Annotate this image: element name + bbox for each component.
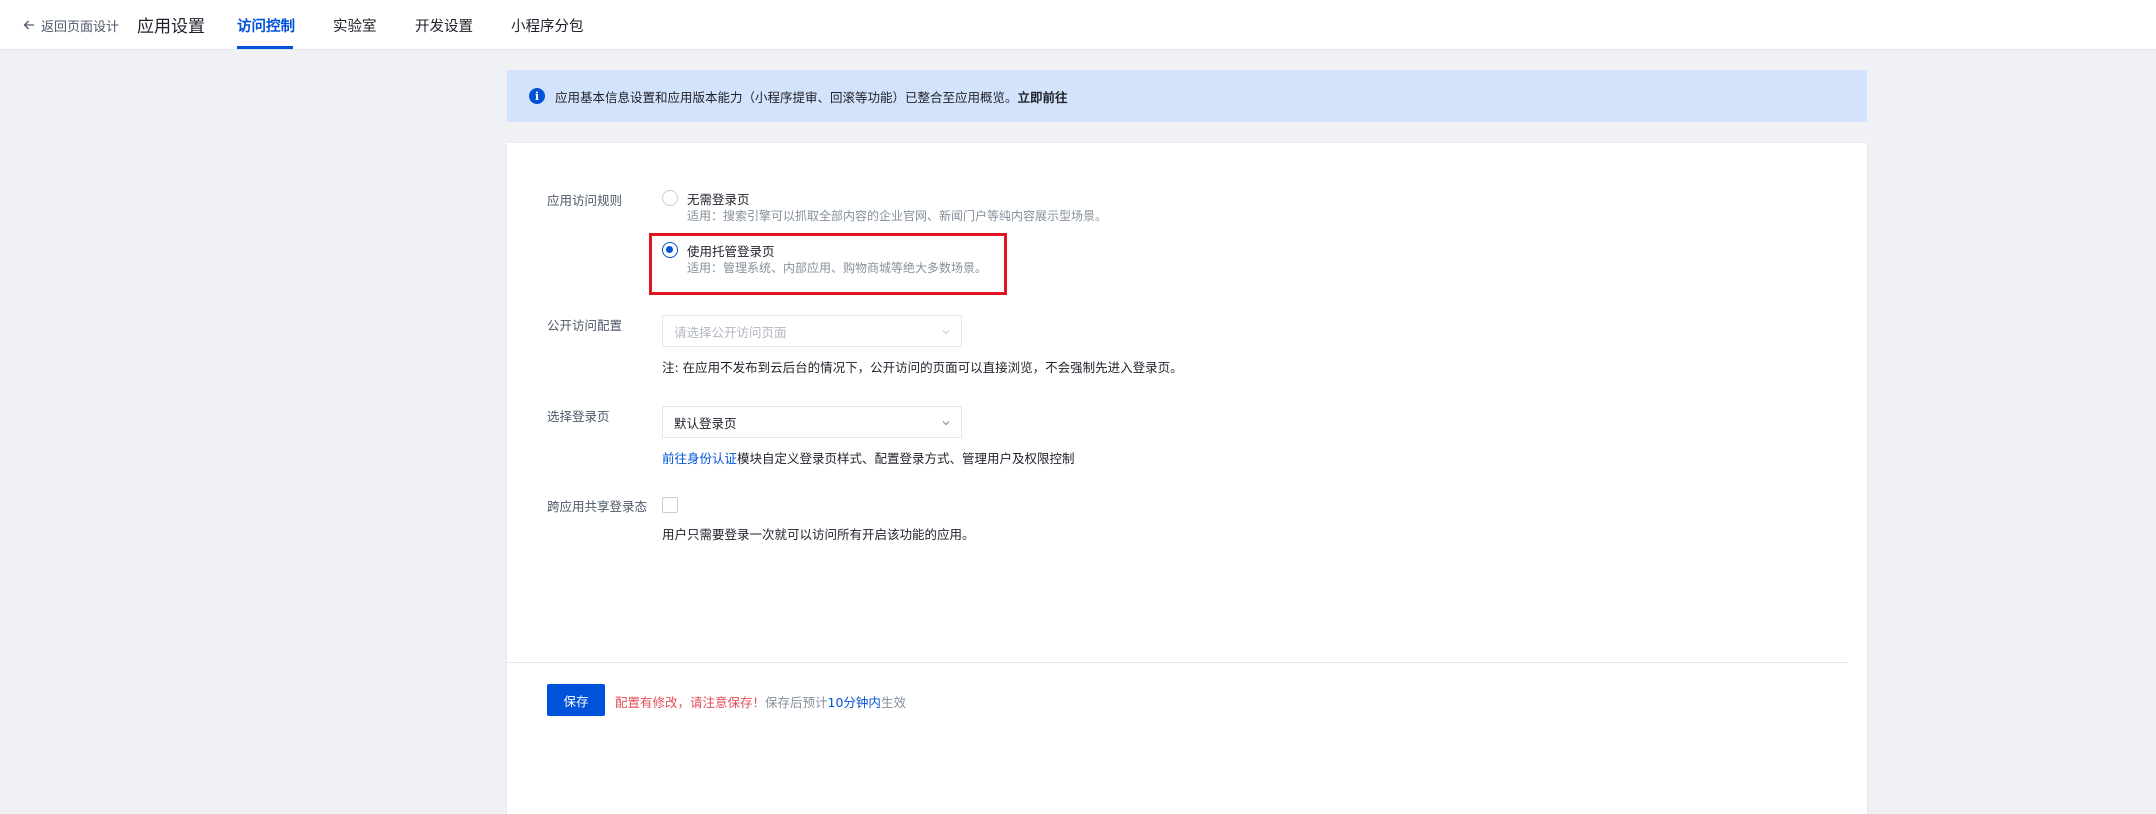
tab-lab[interactable]: 实验室: [333, 15, 377, 36]
go-now-link[interactable]: 立即前往: [1018, 87, 1068, 106]
top-navigation-bar: 返回页面设计 应用设置 访问控制 实验室 开发设置 小程序分包: [0, 0, 2156, 50]
tab-dev-settings[interactable]: 开发设置: [415, 15, 473, 36]
notice-text: 应用基本信息设置和应用版本能力（小程序提审、回滚等功能）已整合至应用概览。: [555, 89, 1018, 105]
hint-prefix: 保存后预计: [765, 695, 828, 710]
public-access-label: 公开访问配置: [547, 318, 623, 333]
hint-suffix: 生效: [880, 695, 906, 710]
save-hint: 配置有修改，请注意保存！保存后预计10分钟内生效: [615, 692, 906, 711]
shared-login-note: 用户只需要登录一次就可以访问所有开启该功能的应用。: [662, 527, 975, 542]
login-page-note-text: 模块自定义登录页样式、配置登录方式、管理用户及权限控制: [737, 451, 1075, 466]
save-button[interactable]: 保存: [547, 684, 605, 716]
active-tab-indicator: [237, 46, 293, 49]
public-access-note: 注: 在应用不发布到云后台的情况下，公开访问的页面可以直接浏览，不会强制先进入登…: [662, 360, 1183, 375]
arrow-left-icon: [23, 20, 34, 30]
login-page-select[interactable]: 默认登录页: [662, 406, 962, 438]
login-page-select-value: 默认登录页: [674, 415, 737, 431]
unsaved-warning: 配置有修改，请注意保存！: [615, 695, 766, 710]
chevron-down-icon: [942, 421, 950, 426]
shared-login-label: 跨应用共享登录态: [547, 499, 648, 514]
public-page-select-placeholder: 请选择公开访问页面: [674, 324, 787, 340]
login-page-label: 选择登录页: [547, 409, 610, 424]
tab-access-control[interactable]: 访问控制: [237, 15, 295, 36]
access-rule-label: 应用访问规则: [547, 193, 623, 208]
login-page-note: 前往身份认证模块自定义登录页样式、配置登录方式、管理用户及权限控制: [662, 448, 1075, 467]
highlight-box: [649, 233, 1007, 295]
back-link-label: 返回页面设计: [41, 19, 120, 35]
info-notice-banner: i 应用基本信息设置和应用版本能力（小程序提审、回滚等功能）已整合至应用概览。 …: [507, 70, 1867, 122]
option-no-login-title: 无需登录页: [687, 192, 750, 207]
divider: [507, 662, 1847, 663]
info-icon: i: [529, 88, 545, 104]
shared-login-checkbox[interactable]: [662, 497, 678, 513]
back-to-page-design-link[interactable]: 返回页面设计: [22, 15, 119, 35]
access-control-form-card: 应用访问规则 无需登录页 适用：搜索引擎可以抓取全部内容的企业官网、新闻门户等纯…: [507, 143, 1867, 814]
hint-time: 10分钟内: [827, 695, 881, 710]
identity-auth-link[interactable]: 前往身份认证: [662, 451, 737, 466]
public-page-select[interactable]: 请选择公开访问页面: [662, 315, 962, 347]
chevron-down-icon: [942, 330, 950, 335]
radio-no-login-page[interactable]: [662, 190, 678, 206]
tab-miniprogram-subpackage[interactable]: 小程序分包: [511, 15, 584, 36]
option-no-login-desc: 适用：搜索引擎可以抓取全部内容的企业官网、新闻门户等纯内容展示型场景。: [687, 209, 1108, 223]
page-title: 应用设置: [137, 17, 205, 37]
